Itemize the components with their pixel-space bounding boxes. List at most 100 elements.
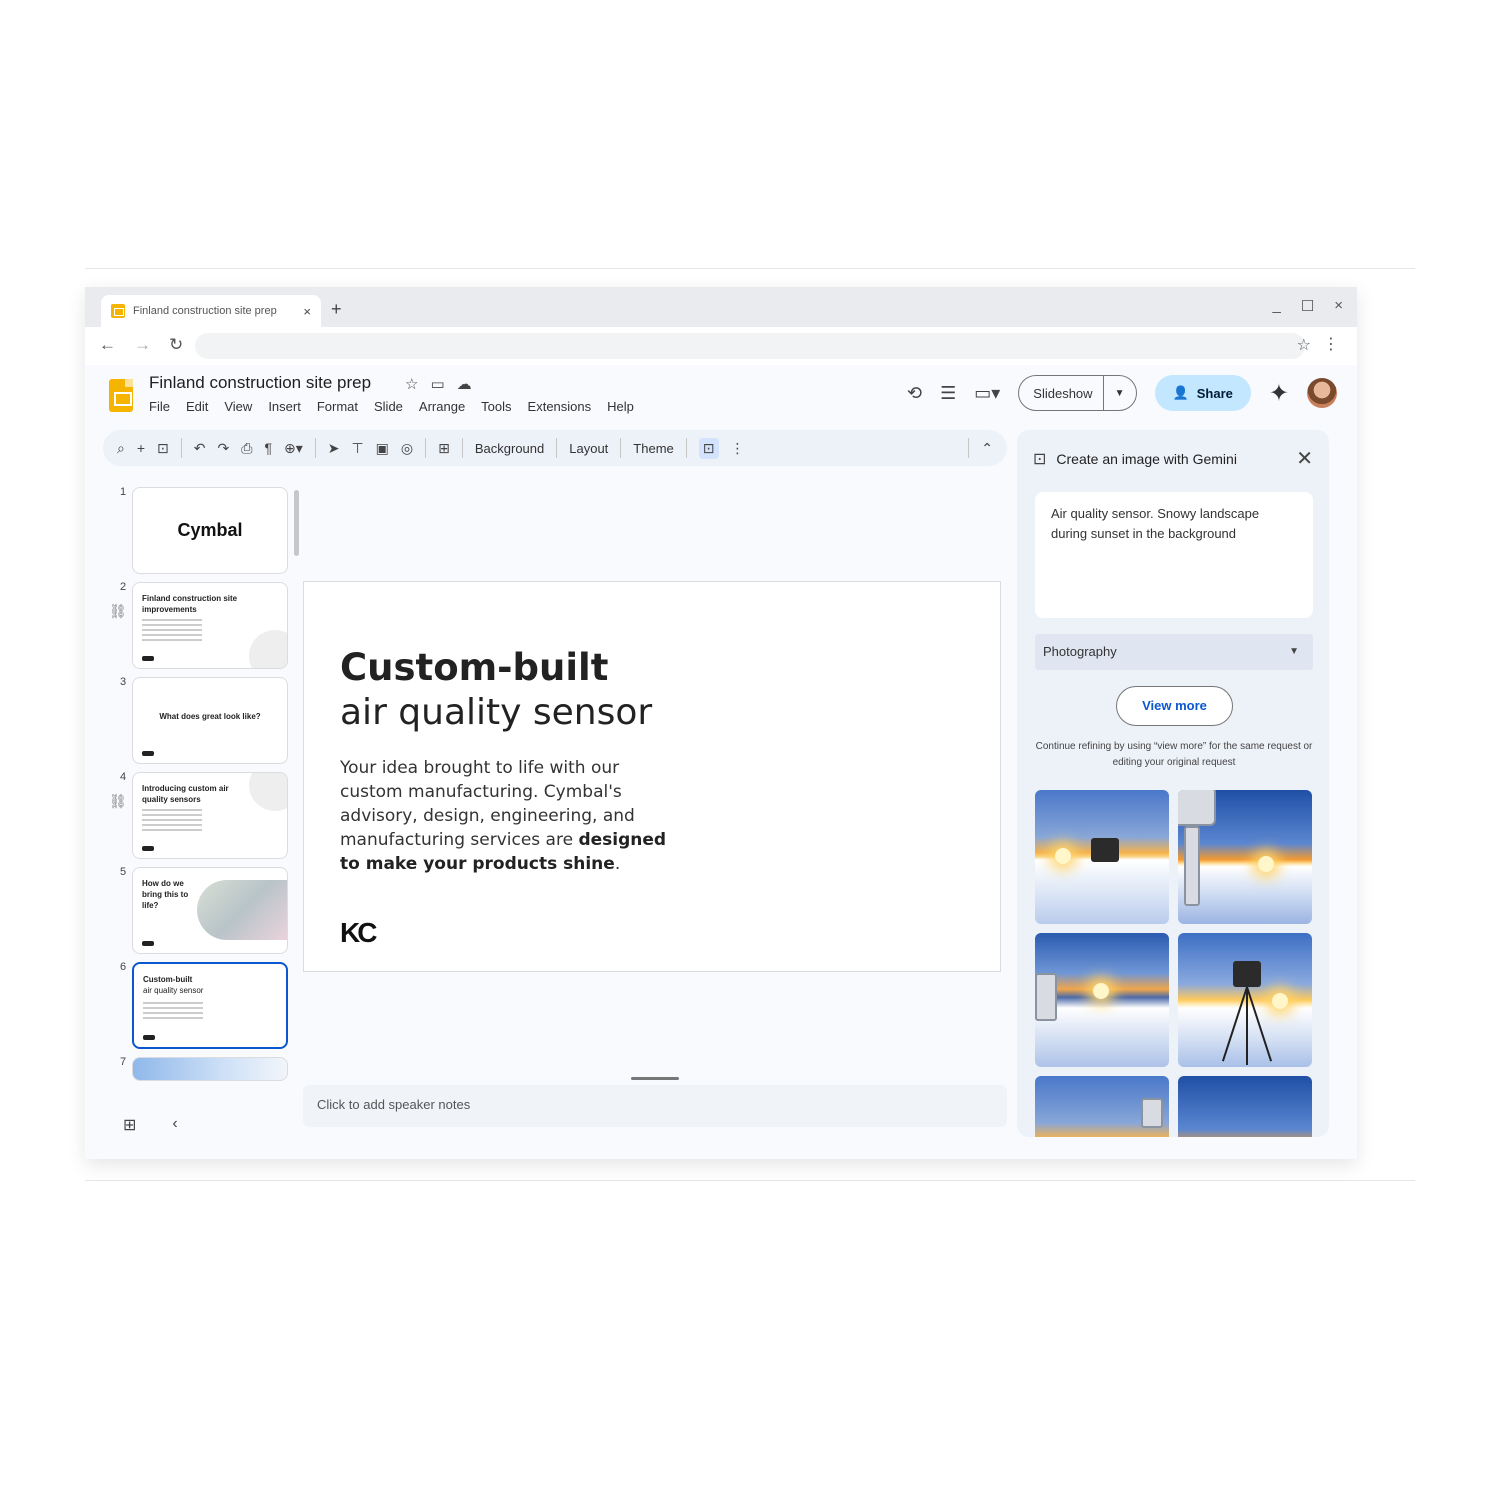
zoom-icon[interactable]: ⊕▾: [284, 440, 303, 457]
toolbar-divider: [968, 438, 970, 458]
kc-logo-icon[interactable]: KC: [340, 917, 377, 949]
gemini-sparkle-icon[interactable]: ✦: [1269, 379, 1289, 408]
linked-slide-icon[interactable]: ⛓: [109, 793, 127, 810]
slide-thumbnail-6-selected[interactable]: Custom-built air quality sensor: [132, 962, 288, 1049]
generated-image-4[interactable]: [1178, 933, 1312, 1067]
generated-image-5[interactable]: [1035, 1076, 1169, 1137]
create-image-icon: ⊡: [1033, 450, 1047, 468]
move-folder-icon[interactable]: ▭: [430, 375, 444, 393]
image-icon[interactable]: ▣: [376, 440, 389, 457]
browser-menu-icon[interactable]: ⋮: [1323, 334, 1339, 354]
thumb-text-lines: [142, 619, 272, 644]
window-controls: _ ☐ ×: [1272, 297, 1343, 315]
undo-icon[interactable]: ↶: [194, 440, 206, 457]
slide-thumbnail-5[interactable]: How do we bring this to life?: [132, 867, 288, 954]
view-more-button[interactable]: View more: [1116, 686, 1233, 726]
prompt-input[interactable]: Air quality sensor. Snowy landscape duri…: [1035, 492, 1313, 618]
slide-heading-bold[interactable]: Custom-built: [340, 646, 608, 689]
text-box-icon[interactable]: ⊤: [351, 440, 363, 457]
notes-resize-handle[interactable]: [631, 1077, 679, 1080]
speaker-notes-field[interactable]: Click to add speaker notes: [303, 1085, 1007, 1127]
back-arrow-icon[interactable]: ←: [99, 335, 116, 355]
minimize-icon[interactable]: _: [1272, 297, 1280, 315]
generated-image-6[interactable]: [1178, 1076, 1312, 1137]
slide-thumbnail-2[interactable]: Finland construction site improvements: [132, 582, 288, 669]
browser-tab[interactable]: Finland construction site prep ×: [101, 295, 321, 327]
menu-insert[interactable]: Insert: [268, 399, 301, 414]
style-dropdown[interactable]: Photography ▼: [1035, 634, 1313, 670]
forward-arrow-icon[interactable]: →: [134, 335, 151, 355]
thumb-title: How do we bring this to life?: [142, 879, 189, 910]
menu-edit[interactable]: Edit: [186, 399, 208, 414]
menu-file[interactable]: File: [149, 399, 170, 414]
slides-logo-icon[interactable]: [109, 379, 133, 412]
add-comment-icon[interactable]: ⊞: [438, 440, 450, 457]
generated-image-1[interactable]: [1035, 790, 1169, 924]
slide-thumbnail-4[interactable]: Introducing custom air quality sensors: [132, 772, 288, 859]
select-cursor-icon[interactable]: ➤: [328, 440, 340, 457]
menu-slide[interactable]: Slide: [374, 399, 403, 414]
slide-thumbnail-1[interactable]: Cymbal: [132, 487, 288, 574]
share-label: Share: [1196, 385, 1233, 401]
layout-button[interactable]: Layout: [569, 441, 608, 456]
menu-format[interactable]: Format: [317, 399, 358, 414]
sensor-device: [1091, 838, 1119, 862]
comments-icon[interactable]: ☰: [940, 383, 956, 404]
slide-thumbnail-7[interactable]: [132, 1057, 288, 1081]
slide-thumbnail-3[interactable]: What does great look like?: [132, 677, 288, 764]
window-close-icon[interactable]: ×: [1334, 297, 1343, 315]
thumb-decorative-shape: [249, 773, 287, 811]
slide-canvas[interactable]: Custom-built air quality sensor Your ide…: [303, 581, 1001, 972]
star-icon[interactable]: ☆: [405, 375, 418, 393]
menu-arrange[interactable]: Arrange: [419, 399, 465, 414]
generated-image-3[interactable]: [1035, 933, 1169, 1067]
search-icon[interactable]: ⌕: [117, 440, 125, 457]
background-button[interactable]: Background: [475, 441, 544, 456]
tab-close-icon[interactable]: ×: [303, 304, 311, 319]
tab-title: Finland construction site prep: [133, 305, 277, 317]
create-image-icon[interactable]: ⊡: [698, 437, 719, 459]
theme-button[interactable]: Theme: [633, 441, 673, 456]
menu-view[interactable]: View: [224, 399, 252, 414]
avatar[interactable]: [1307, 378, 1337, 408]
sun-glow: [1258, 856, 1274, 872]
collapse-toolbar-icon[interactable]: ⌃: [981, 440, 993, 457]
linked-slide-icon[interactable]: ⛓: [109, 603, 127, 620]
redo-icon[interactable]: ↷: [218, 440, 230, 457]
collapse-filmstrip-icon[interactable]: ‹: [172, 1115, 177, 1135]
filmstrip-scrollbar[interactable]: [294, 490, 299, 556]
new-slide-icon[interactable]: +: [137, 440, 145, 456]
meet-camera-icon[interactable]: ▭▾: [974, 383, 1000, 404]
slide-body-text[interactable]: Your idea brought to life with our custo…: [340, 756, 680, 876]
paint-format-icon[interactable]: ¶: [264, 440, 272, 456]
generated-image-2[interactable]: [1178, 790, 1312, 924]
new-slide-layout-icon[interactable]: ⊡: [157, 440, 169, 457]
document-title[interactable]: Finland construction site prep: [149, 373, 371, 393]
print-icon[interactable]: ⎙: [241, 440, 252, 457]
reload-icon[interactable]: ↻: [169, 335, 183, 355]
thumb-subtitle: air quality sensor: [143, 986, 204, 995]
tripod-leg: [1246, 986, 1273, 1062]
version-history-icon[interactable]: ⟲: [907, 383, 922, 404]
cloud-status-icon[interactable]: ☁: [457, 375, 472, 393]
new-tab-button[interactable]: +: [331, 299, 342, 320]
shape-icon[interactable]: ◎: [401, 440, 413, 457]
bookmark-star-icon[interactable]: ☆: [1297, 335, 1311, 355]
gemini-panel-title: Create an image with Gemini: [1056, 450, 1237, 467]
slide-heading-regular[interactable]: air quality sensor: [340, 692, 652, 733]
menu-tools[interactable]: Tools: [481, 399, 511, 414]
slideshow-dropdown-icon[interactable]: ▼: [1104, 388, 1136, 399]
share-button[interactable]: 👤 Share: [1154, 375, 1251, 411]
frame-bottom-line: [85, 1180, 1415, 1181]
grid-view-icon[interactable]: ⊞: [123, 1115, 136, 1135]
tripod-leg: [1221, 986, 1248, 1062]
menu-help[interactable]: Help: [607, 399, 634, 414]
close-icon[interactable]: ✕: [1296, 446, 1313, 471]
url-field[interactable]: [195, 333, 1305, 359]
browser-window: Finland construction site prep × + _ ☐ ×…: [85, 287, 1357, 1159]
maximize-icon[interactable]: ☐: [1301, 297, 1314, 315]
menu-extensions[interactable]: Extensions: [528, 399, 592, 414]
more-options-icon[interactable]: ⋮: [731, 440, 745, 457]
slideshow-button[interactable]: Slideshow: [1019, 376, 1104, 410]
slide-body-end: .: [614, 854, 621, 874]
